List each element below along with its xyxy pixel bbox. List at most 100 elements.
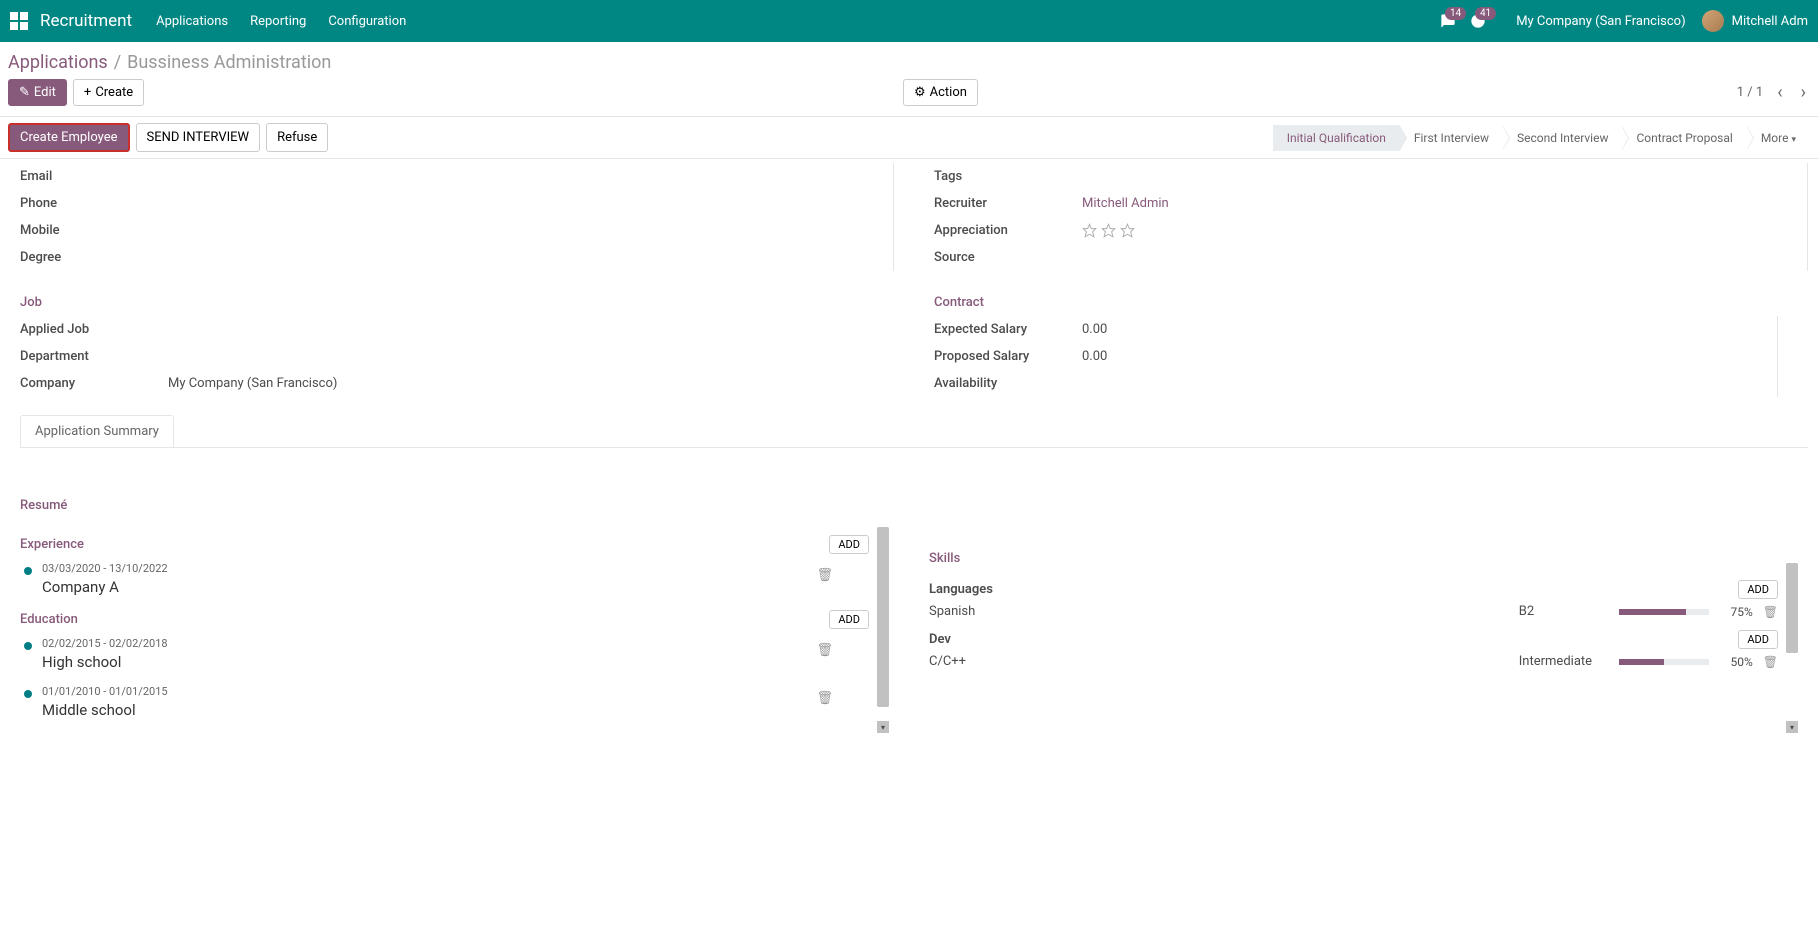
nav-configuration[interactable]: Configuration	[328, 14, 406, 29]
star-icon[interactable]	[1101, 223, 1116, 238]
timeline-item: 02/02/2015 - 02/02/2018 High school 🗑	[20, 637, 869, 671]
value-recruiter[interactable]: Mitchell Admin	[1074, 196, 1777, 211]
skill-row: Spanish B2 75% 🗑	[929, 599, 1778, 624]
activities-icon[interactable]: 41	[1470, 13, 1486, 29]
label-availability: Availability	[934, 376, 1074, 391]
section-job: Job	[20, 295, 864, 310]
activities-badge: 41	[1475, 7, 1496, 20]
tabs: Application Summary	[20, 415, 1808, 448]
create-button[interactable]: + Create	[73, 79, 144, 106]
label-degree: Degree	[20, 250, 160, 265]
experience-header: Experience	[20, 537, 84, 552]
label-mobile: Mobile	[20, 223, 160, 238]
skill-level: Intermediate	[1519, 654, 1609, 669]
stage-second-interview[interactable]: Second Interview	[1503, 125, 1622, 151]
label-proposed-salary: Proposed Salary	[934, 349, 1074, 364]
messaging-icon[interactable]: 14	[1440, 13, 1456, 29]
scrollbar-thumb[interactable]	[1786, 563, 1798, 653]
label-tags: Tags	[934, 169, 1074, 184]
pager-next[interactable]: ›	[1797, 82, 1810, 103]
top-navbar: Recruitment Applications Reporting Confi…	[0, 0, 1818, 42]
breadcrumb-root[interactable]: Applications	[8, 52, 108, 73]
edit-label: Edit	[34, 85, 56, 100]
label-phone: Phone	[20, 196, 160, 211]
breadcrumb-current: Bussiness Administration	[127, 52, 331, 73]
scrollbar-thumb[interactable]	[877, 527, 889, 707]
action-label: Action	[930, 85, 967, 100]
timeline-item: 01/01/2010 - 01/01/2015 Middle school 🗑	[20, 685, 869, 719]
trash-icon[interactable]: 🗑	[1763, 655, 1778, 669]
stage-more[interactable]: More▾	[1747, 125, 1810, 151]
section-contract: Contract	[934, 295, 1778, 310]
breadcrumb-sep: /	[114, 52, 121, 73]
label-expected-salary: Expected Salary	[934, 322, 1074, 337]
timeline-title: High school	[42, 653, 869, 671]
add-experience-button[interactable]: ADD	[829, 535, 869, 554]
toolbar: ✎ Edit + Create ⚙ Action 1 / 1 ‹ ›	[0, 79, 1818, 117]
nav-applications[interactable]: Applications	[156, 14, 228, 29]
create-label: Create	[95, 85, 133, 100]
appreciation-stars[interactable]	[1074, 223, 1777, 238]
skill-name: Spanish	[929, 604, 1509, 619]
tab-application-summary[interactable]: Application Summary	[20, 415, 174, 447]
gear-icon: ⚙	[914, 85, 926, 100]
value-expected-salary: 0.00	[1074, 322, 1747, 337]
apps-icon[interactable]	[10, 12, 28, 30]
star-icon[interactable]	[1120, 223, 1135, 238]
skill-level: B2	[1519, 604, 1609, 619]
timeline-dates: 02/02/2015 - 02/02/2018	[42, 637, 869, 650]
trash-icon[interactable]: 🗑	[816, 568, 833, 583]
stage-first-interview[interactable]: First Interview	[1400, 125, 1503, 151]
breadcrumb: Applications / Bussiness Administration	[0, 42, 1818, 79]
username[interactable]: Mitchell Adm	[1732, 14, 1808, 29]
timeline-title: Middle school	[42, 701, 869, 719]
caret-down-icon: ▾	[1791, 135, 1796, 145]
label-department: Department	[20, 349, 160, 364]
trash-icon[interactable]: 🗑	[1763, 605, 1778, 619]
trash-icon[interactable]: 🗑	[816, 643, 833, 658]
statusbar: Create Employee SEND INTERVIEW Refuse In…	[0, 117, 1818, 159]
user-avatar[interactable]	[1702, 10, 1724, 32]
stage-bar: Initial Qualification First Interview Se…	[1273, 125, 1810, 151]
value-company: My Company (San Francisco)	[160, 376, 864, 391]
resume-left: Experience ADD 03/03/2020 - 13/10/2022 C…	[20, 527, 899, 733]
resume-title: Resumé	[20, 498, 1808, 513]
form-body: Email Phone Mobile Degree Tags Recruiter…	[0, 159, 1818, 753]
add-dev-skill-button[interactable]: ADD	[1738, 630, 1778, 649]
pencil-icon: ✎	[19, 85, 30, 100]
create-employee-button[interactable]: Create Employee	[8, 123, 130, 152]
stage-initial-qualification[interactable]: Initial Qualification	[1273, 125, 1400, 151]
action-button[interactable]: ⚙ Action	[903, 79, 978, 106]
trash-icon[interactable]: 🗑	[816, 691, 833, 706]
skill-bar	[1619, 659, 1709, 665]
skill-group-languages: Languages	[929, 582, 993, 597]
app-brand[interactable]: Recruitment	[40, 11, 132, 31]
pager-count: 1 / 1	[1737, 85, 1763, 100]
stage-contract-proposal[interactable]: Contract Proposal	[1622, 125, 1746, 151]
send-interview-button[interactable]: SEND INTERVIEW	[136, 123, 261, 152]
add-language-skill-button[interactable]: ADD	[1738, 580, 1778, 599]
skill-group-dev: Dev	[929, 632, 951, 647]
stage-more-label: More	[1761, 131, 1789, 145]
company-switcher[interactable]: My Company (San Francisco)	[1516, 14, 1685, 29]
timeline-item: 03/03/2020 - 13/10/2022 Company A 🗑	[20, 562, 869, 596]
edit-button[interactable]: ✎ Edit	[8, 79, 67, 106]
label-recruiter: Recruiter	[934, 196, 1074, 211]
scroll-down-icon[interactable]: ▾	[1786, 721, 1798, 733]
timeline-title: Company A	[42, 578, 869, 596]
value-proposed-salary: 0.00	[1074, 349, 1747, 364]
scroll-down-icon[interactable]: ▾	[877, 721, 889, 733]
education-header: Education	[20, 612, 78, 627]
skill-pct: 75%	[1719, 605, 1753, 619]
skill-bar	[1619, 609, 1709, 615]
label-source: Source	[934, 250, 1074, 265]
nav-reporting[interactable]: Reporting	[250, 14, 306, 29]
star-icon[interactable]	[1082, 223, 1097, 238]
timeline-dates: 03/03/2020 - 13/10/2022	[42, 562, 869, 575]
plus-icon: +	[84, 85, 91, 100]
label-email: Email	[20, 169, 160, 184]
add-education-button[interactable]: ADD	[829, 610, 869, 629]
refuse-button[interactable]: Refuse	[266, 123, 328, 152]
pager-prev[interactable]: ‹	[1773, 82, 1786, 103]
messaging-badge: 14	[1445, 7, 1466, 20]
